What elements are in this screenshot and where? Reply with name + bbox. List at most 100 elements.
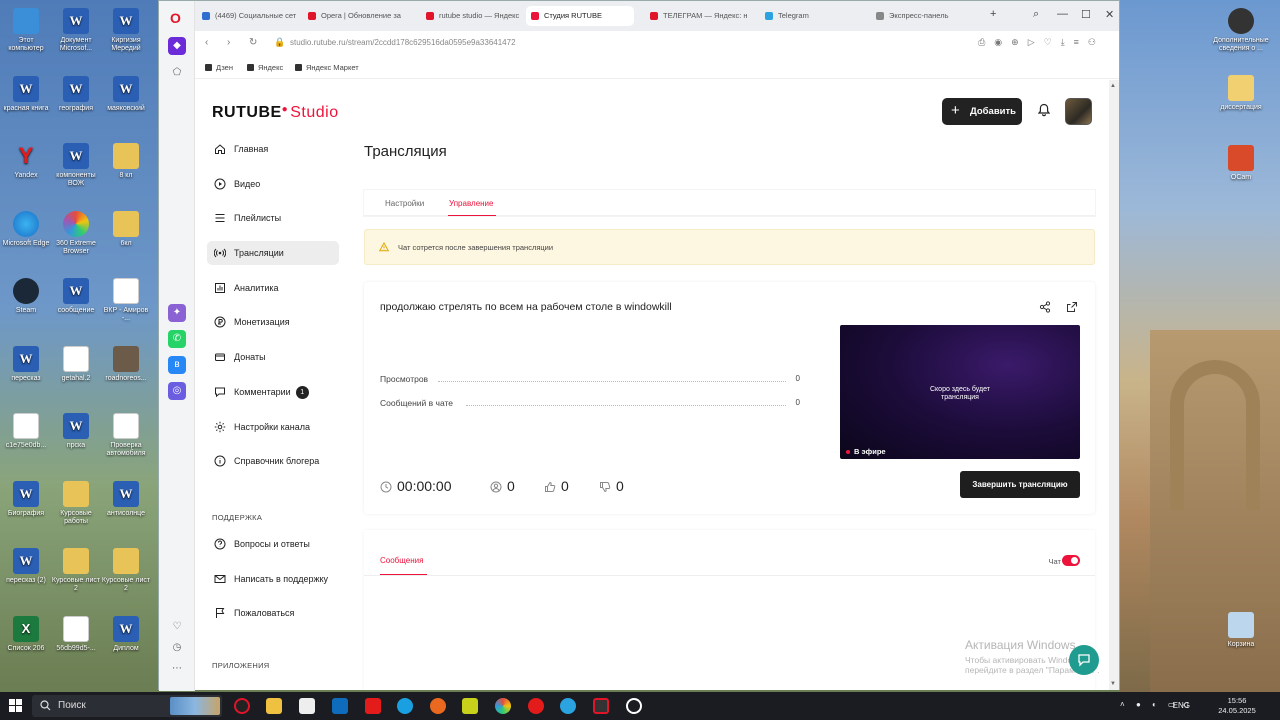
sidebar-item-info[interactable]: Справочник блогера [207,449,339,473]
taskbar-app-icon[interactable] [462,698,478,714]
desktop-icon[interactable]: W Биография [0,480,52,518]
bookmark-yandex[interactable]: Яндекс [247,63,283,72]
sidebar-item-video[interactable]: Видео [207,172,339,196]
url-field[interactable]: studio.rutube.ru/stream/2ccdd178c629516d… [290,38,516,47]
browser-tab[interactable]: (4469) Социальные сет [197,6,297,26]
browser-tab[interactable]: Telegram [760,6,864,26]
desktop-icon[interactable]: Wкрасная книга [0,75,52,113]
bookmark-dzen[interactable]: Дзен [205,63,233,72]
browser-tab[interactable]: Opera | Обновление за [303,6,415,26]
close-icon[interactable]: ✕ [1105,8,1114,21]
open-external-icon[interactable] [1066,301,1078,313]
forward-icon[interactable]: › [227,37,230,48]
taskbar-firefox-icon[interactable] [430,698,446,714]
sidebar-app-icon[interactable]: ✦ [168,304,186,322]
tray-app2-icon[interactable]: ◐ [1152,700,1157,709]
bell-icon[interactable] [1037,103,1051,117]
desktop-icon[interactable]: ВКР - Амиров -... [100,278,152,323]
desktop-icon[interactable]: Дополнительные сведения о ... [1213,8,1269,53]
new-tab-icon[interactable]: + [990,8,996,20]
search-tabs-icon[interactable]: ⌕ [1033,8,1039,21]
browser-tab[interactable]: rutube studio — Яндекс [421,6,521,26]
taskbar-yandex-browser-icon[interactable] [528,698,544,714]
desktop-icon[interactable]: roadnoreos... [100,345,152,383]
tray-clock[interactable]: 15:56 24.05.2025 [1212,696,1262,716]
taskbar-search[interactable]: Поиск [32,695,222,717]
taskbar-explorer-icon[interactable] [266,698,282,714]
taskbar-opera-icon[interactable] [234,698,250,714]
desktop-icon[interactable]: X Список 206 [0,615,52,653]
rutube-studio-logo[interactable]: RUTUBE● Studio [212,104,339,122]
sidebar-item-help[interactable]: Вопросы и ответы [207,532,339,556]
sidebar-item-home[interactable]: Главная [207,137,339,161]
desktop-icon[interactable]: Steam [0,278,52,315]
tab-management[interactable]: Управление [449,199,493,208]
desktop-icon[interactable]: Проверка автомобиля [100,413,152,458]
sidebar-item-donations[interactable]: Донаты [207,345,339,369]
sidebar-item-gear[interactable]: Настройки канала [207,415,339,439]
avatar[interactable] [1065,98,1092,125]
desktop-icon[interactable]: диссертация [1213,75,1269,112]
sidebar-item-flag[interactable]: Пожаловаться [207,601,339,625]
desktop-icon[interactable]: Wантисолнце [100,480,152,518]
desktop-icon[interactable]: Wпересказ (2) [0,548,52,585]
desktop-icon[interactable]: W Диплом [100,615,152,653]
taskbar-chrome-icon[interactable] [495,698,511,714]
history-icon[interactable]: ◷ [168,639,186,657]
back-icon[interactable]: ‹ [205,37,208,48]
opera-logo-icon[interactable]: O [170,10,181,26]
page-scrollbar[interactable]: ▲ ▼ [1109,80,1119,690]
taskbar-outlook-icon[interactable] [332,698,348,714]
desktop-icon[interactable]: Корзина [1213,612,1269,649]
desktop-icon[interactable]: W Киргизия Мередий [100,8,152,53]
desktop-icon[interactable]: c1e75e0db... [0,413,52,450]
sidebar-item-playlist[interactable]: Плейлисты [207,206,339,230]
heart-icon[interactable]: ♡ [168,618,186,636]
support-chat-button[interactable] [1069,645,1099,675]
tray-chevron-icon[interactable]: ˄ [1120,700,1125,709]
browser-tab[interactable]: Экспресс-панель [871,6,983,26]
browser-tab[interactable]: ТЕЛЕГРАМ — Яндекс: н [645,6,755,26]
desktop-icon[interactable]: Курсовые работы [50,480,102,526]
desktop-icon[interactable]: Wпрска [50,413,102,450]
stream-preview[interactable]: Скоро здесь будет трансляция В эфире [840,325,1080,459]
desktop-icon[interactable]: 56db99d5-... [50,615,102,653]
bookmark-yandex-market[interactable]: Яндекс Маркет [295,63,359,72]
whatsapp-icon[interactable]: ✆ [168,330,186,348]
tray-app-icon[interactable]: ● [1136,700,1141,709]
reload-icon[interactable]: ↻ [249,37,257,48]
desktop-icon[interactable]: Курсовые лист 2 [100,548,152,593]
desktop-icon[interactable]: 8 кл [100,143,152,180]
browser-tab[interactable]: Студия RUTUBE [526,6,634,26]
scroll-down-icon[interactable]: ▼ [1110,681,1116,687]
tray-language[interactable]: ENG [1173,701,1190,710]
desktop-icon[interactable]: Y Yandex [0,143,52,180]
end-stream-button[interactable]: Завершить трансляцию [960,471,1080,498]
windows-start-icon[interactable] [9,699,22,712]
desktop-icon[interactable]: 6кл [100,210,152,248]
sidebar-item-analytics[interactable]: Аналитика [207,276,339,300]
taskbar-store-icon[interactable] [299,698,315,714]
instagram-icon[interactable]: ◎ [168,382,186,400]
tab-messages[interactable]: Сообщения [380,556,423,565]
browser-tools-icons[interactable]: ⎙◉⊕▷♡⤓≡⚇ [978,37,1105,48]
taskbar-circle-icon[interactable] [626,698,642,714]
desktop-icon[interactable]: getahal.2 [50,345,102,383]
desktop-icon[interactable]: Microsoft Edge [0,210,52,248]
sidebar-item-broadcast[interactable]: Трансляции [207,241,339,266]
desktop-icon[interactable]: 360 Extreme Browser [50,210,102,256]
vk-icon[interactable]: в [168,356,186,374]
desktop-icon[interactable]: Этот компьютер [0,8,52,53]
share-icon[interactable] [1039,301,1051,313]
pinboard-icon[interactable]: ⬠ [168,64,186,82]
desktop-icon[interactable]: Wмаяковский [100,75,152,113]
desktop-icon[interactable]: Wгеография [50,75,102,113]
desktop-icon[interactable]: Курсовые лист 2 [50,548,102,593]
taskbar-obs-icon[interactable] [593,698,609,714]
taskbar-edge-icon[interactable] [397,698,413,714]
desktop-icon[interactable]: OCam [1213,145,1269,182]
sidebar-item-comments[interactable]: Комментарии 1 [207,380,339,404]
chat-toggle[interactable] [1062,555,1080,566]
sidebar-item-mail[interactable]: Написать в поддержку [207,567,339,591]
maximize-icon[interactable]: ☐ [1081,8,1091,21]
